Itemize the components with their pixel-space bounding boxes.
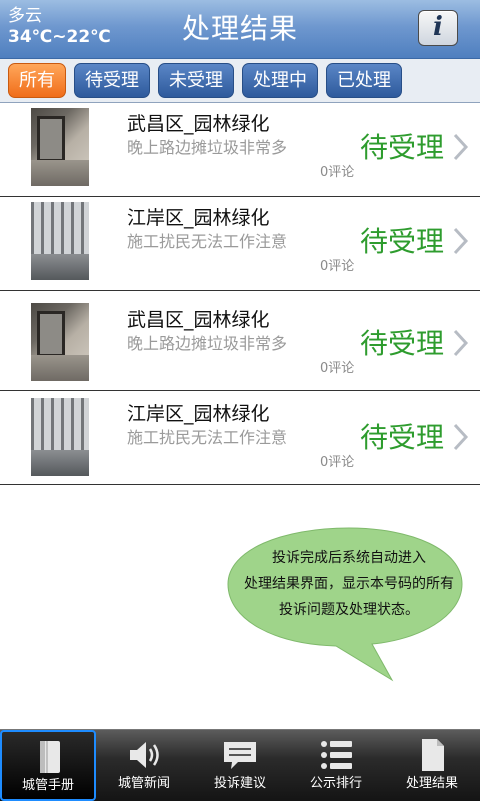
list-item[interactable]: 江岸区_园林绿化 施工扰民无法工作注意 0评论 待受理 bbox=[0, 197, 480, 291]
nav-label: 城管新闻 bbox=[117, 776, 170, 791]
item-status: 待受理 bbox=[360, 327, 445, 360]
item-title: 武昌区_园林绿化 bbox=[127, 309, 270, 331]
chevron-right-icon bbox=[453, 423, 469, 451]
item-comment-count: 0评论 bbox=[320, 361, 355, 376]
item-title: 江岸区_园林绿化 bbox=[127, 403, 270, 425]
chevron-right-icon bbox=[453, 133, 469, 161]
item-comment-count: 0评论 bbox=[320, 455, 355, 470]
help-bubble-text: 投诉完成后系统自动进入 处理结果界面，显示本号码的所有 投诉问题及处理状态。 bbox=[244, 550, 454, 618]
filter-tab-all[interactable]: 所有 bbox=[8, 63, 66, 98]
item-comment-count: 0评论 bbox=[320, 259, 355, 274]
chevron-right-icon bbox=[453, 329, 469, 357]
nav-results[interactable]: 处理结果 bbox=[384, 730, 480, 801]
app-header: 多云 34℃~22℃ 处理结果 i bbox=[0, 0, 480, 59]
item-description: 施工扰民无法工作注意 bbox=[127, 428, 288, 447]
list-item[interactable]: 武昌区_园林绿化 晚上路边摊垃圾非常多 0评论 待受理 bbox=[0, 291, 480, 391]
nav-label: 处理结果 bbox=[405, 776, 458, 791]
info-button[interactable]: i bbox=[418, 10, 458, 46]
complaint-photo bbox=[31, 108, 89, 186]
complaint-photo bbox=[31, 398, 89, 476]
bottom-navigation: 城管手册 城管新闻 投诉建议 公示排行 处理结果 bbox=[0, 729, 480, 801]
nav-ranking[interactable]: 公示排行 bbox=[288, 730, 384, 801]
list-icon bbox=[321, 741, 352, 769]
info-icon: i bbox=[433, 12, 443, 42]
item-status: 待受理 bbox=[360, 225, 445, 258]
nav-complaint[interactable]: 投诉建议 bbox=[192, 730, 288, 801]
item-comment-count: 0评论 bbox=[320, 165, 355, 180]
chevron-right-icon bbox=[453, 227, 469, 255]
filter-tab-unaccepted[interactable]: 未受理 bbox=[158, 63, 234, 98]
item-description: 施工扰民无法工作注意 bbox=[127, 232, 288, 251]
document-icon bbox=[422, 739, 444, 771]
book-icon bbox=[40, 741, 60, 773]
speaker-icon bbox=[130, 742, 159, 768]
nav-label: 城管手册 bbox=[21, 778, 74, 793]
page-title: 处理结果 bbox=[181, 12, 298, 45]
nav-news[interactable]: 城管新闻 bbox=[96, 730, 192, 801]
item-status: 待受理 bbox=[360, 131, 445, 164]
item-status: 待受理 bbox=[360, 421, 445, 454]
nav-label: 公示排行 bbox=[309, 776, 362, 791]
item-title: 江岸区_园林绿化 bbox=[127, 207, 270, 229]
nav-label: 投诉建议 bbox=[213, 776, 266, 791]
complaint-list: 武昌区_园林绿化 晚上路边摊垃圾非常多 0评论 待受理 江岸区_园林绿化 施工扰… bbox=[0, 103, 480, 485]
status-filter-bar: 所有 待受理 未受理 处理中 已处理 bbox=[0, 59, 480, 104]
filter-tab-processing[interactable]: 处理中 bbox=[242, 63, 318, 98]
chat-bubble-icon bbox=[224, 742, 256, 769]
item-title: 武昌区_园林绿化 bbox=[127, 113, 270, 135]
filter-tab-pending[interactable]: 待受理 bbox=[74, 63, 150, 98]
item-description: 晚上路边摊垃圾非常多 bbox=[127, 138, 288, 157]
list-item[interactable]: 武昌区_园林绿化 晚上路边摊垃圾非常多 0评论 待受理 bbox=[0, 103, 480, 197]
complaint-photo bbox=[31, 202, 89, 280]
nav-handbook[interactable]: 城管手册 bbox=[0, 730, 96, 801]
list-item[interactable]: 江岸区_园林绿化 施工扰民无法工作注意 0评论 待受理 bbox=[0, 391, 480, 485]
filter-tab-processed[interactable]: 已处理 bbox=[326, 63, 402, 98]
item-description: 晚上路边摊垃圾非常多 bbox=[127, 334, 288, 353]
complaint-photo bbox=[31, 303, 89, 381]
